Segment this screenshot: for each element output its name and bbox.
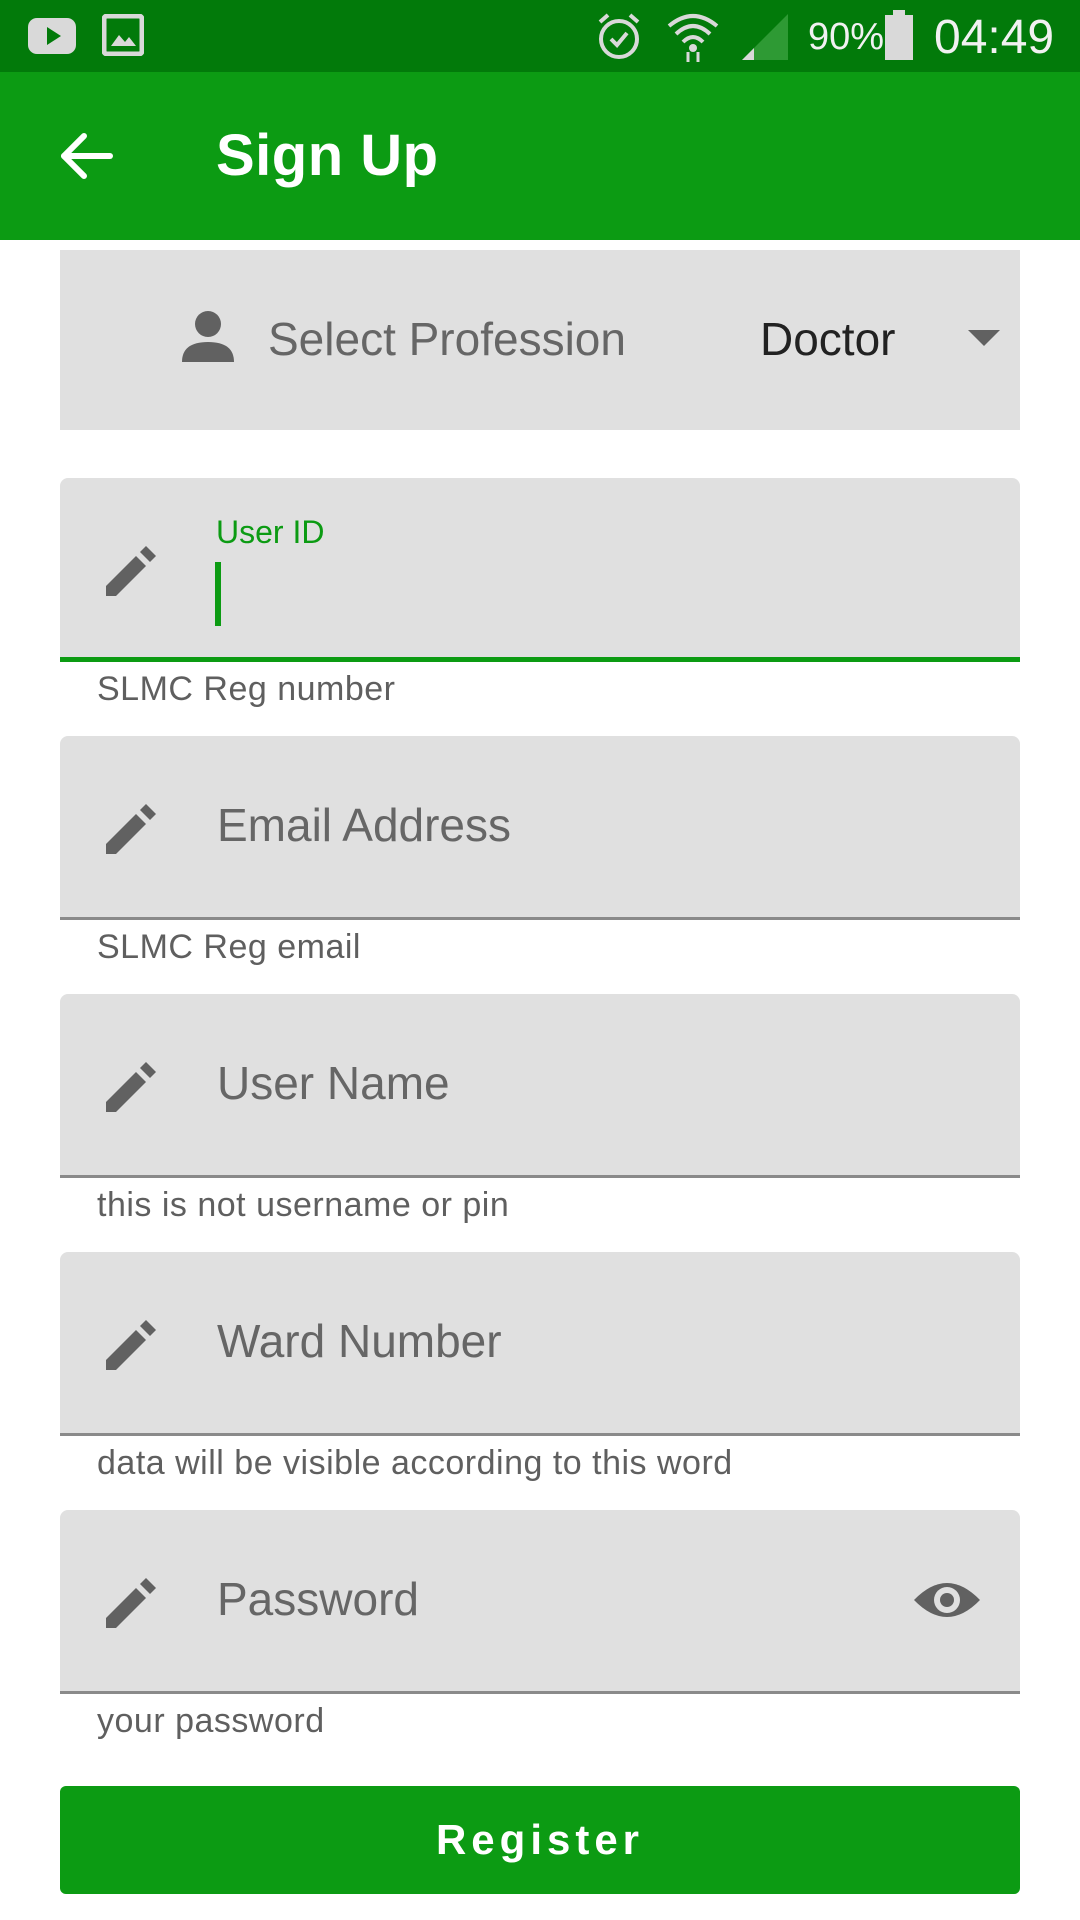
user-id-label: User ID xyxy=(216,514,325,550)
email-placeholder: Email Address xyxy=(217,799,512,851)
page-title: Sign Up xyxy=(216,123,439,188)
status-bar: 90% 04:49 xyxy=(0,0,1080,72)
ward-number-helper: data will be visible according to this w… xyxy=(97,1444,733,1482)
ward-number-placeholder: Ward Number xyxy=(217,1315,502,1367)
ward-number-field[interactable]: Ward Number xyxy=(60,1252,1020,1436)
user-name-field[interactable]: User Name xyxy=(60,994,1020,1178)
profession-selector[interactable]: Select Profession Doctor xyxy=(60,250,1020,430)
register-button[interactable]: Register xyxy=(60,1786,1020,1894)
pencil-icon xyxy=(102,1058,160,1121)
pencil-icon xyxy=(102,1316,160,1379)
profession-label: Select Profession xyxy=(268,313,626,365)
back-button[interactable] xyxy=(38,108,134,204)
password-helper: your password xyxy=(97,1702,325,1740)
pencil-icon xyxy=(102,542,160,605)
user-name-placeholder: User Name xyxy=(217,1057,450,1109)
email-helper: SLMC Reg email xyxy=(97,928,361,966)
pencil-icon xyxy=(102,800,160,863)
status-clock: 04:49 xyxy=(934,11,1055,64)
user-name-helper: this is not username or pin xyxy=(97,1186,510,1224)
text-cursor xyxy=(215,562,221,626)
gallery-icon xyxy=(101,13,145,61)
user-id-helper: SLMC Reg number xyxy=(97,670,396,708)
pencil-icon xyxy=(102,1574,160,1637)
youtube-icon xyxy=(28,18,76,59)
user-id-field[interactable]: User ID xyxy=(60,478,1020,662)
app-bar: Sign Up xyxy=(0,72,1080,240)
battery-icon xyxy=(884,10,914,65)
password-placeholder: Password xyxy=(217,1573,419,1625)
email-field[interactable]: Email Address xyxy=(60,736,1020,920)
password-field[interactable]: Password xyxy=(60,1510,1020,1694)
arrow-back-icon xyxy=(61,133,113,179)
profession-value[interactable]: Doctor xyxy=(760,312,895,366)
visibility-toggle-icon[interactable] xyxy=(912,1576,982,1629)
signal-icon xyxy=(740,12,790,67)
wifi-icon xyxy=(666,10,720,67)
alarm-icon xyxy=(594,12,644,67)
person-icon xyxy=(180,310,236,367)
battery-percent: 90% xyxy=(808,16,885,58)
dropdown-arrow-icon[interactable] xyxy=(968,330,1000,346)
